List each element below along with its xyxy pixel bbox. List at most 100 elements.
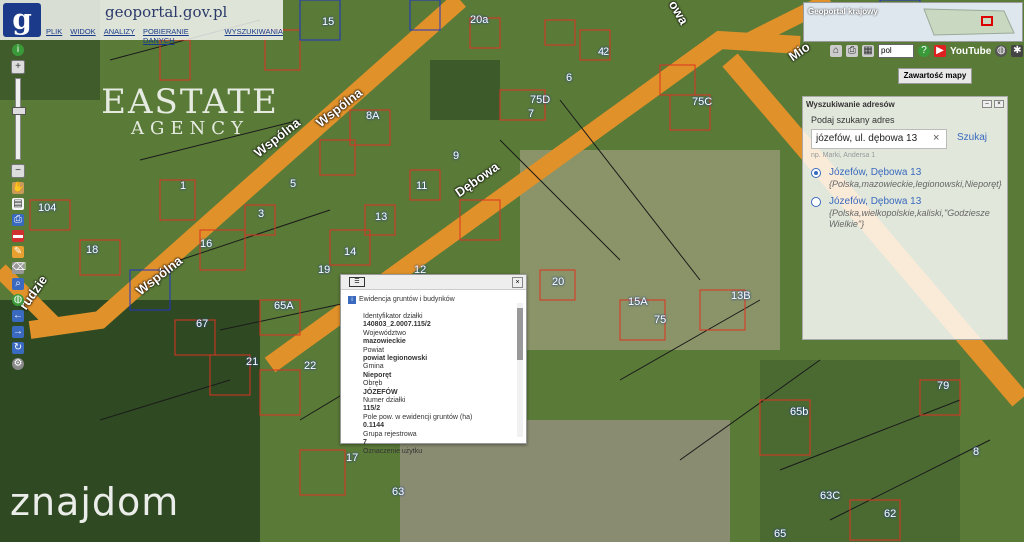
eraser-icon[interactable]: ⌫ <box>12 262 26 274</box>
measure-icon[interactable]: ▬ <box>12 230 24 242</box>
parcel-number[interactable]: 65A <box>274 300 294 312</box>
close-icon[interactable]: × <box>994 100 1004 108</box>
parcel-number[interactable]: 16 <box>200 238 212 250</box>
top-tools: ⌂ ⎙ ▦ pol ? ▶ YouTube ◍ ✱ 👁 <box>830 44 1024 58</box>
parcel-number[interactable]: 13 <box>375 211 387 223</box>
znajdom-watermark: znajdom <box>10 480 180 524</box>
parcel-number[interactable]: 13B <box>731 290 751 302</box>
home-icon[interactable]: ⌂ <box>830 45 842 57</box>
field-value: 140803_2.0007.115/2 <box>363 321 431 329</box>
parcel-number[interactable]: 15 <box>322 16 334 28</box>
popup-title-text: Ewidencja gruntów i budynków <box>359 296 455 303</box>
field-label: Grupa rejestrowa <box>363 430 417 438</box>
parcel-number[interactable]: 79 <box>937 380 949 392</box>
help-icon[interactable]: ? <box>918 45 930 57</box>
youtube-link[interactable]: YouTube <box>950 46 991 57</box>
parcel-number[interactable]: 1 <box>180 180 186 192</box>
parcel-number[interactable]: 65 <box>774 528 786 540</box>
grid-icon[interactable]: ▦ <box>862 45 874 57</box>
result-name[interactable]: Józefów, Dębowa 13 <box>829 167 921 178</box>
pencil-icon[interactable]: ✎ <box>12 246 24 258</box>
popup-scrollbar[interactable] <box>517 303 523 437</box>
hand-pan-icon[interactable]: ✋ <box>12 182 24 194</box>
parcel-number[interactable]: 21 <box>246 356 258 368</box>
parcel-number[interactable]: 9 <box>453 150 459 162</box>
print-icon[interactable]: ⎙ <box>12 214 24 226</box>
parcel-number[interactable]: 104 <box>38 202 56 214</box>
field-label: Numer działki <box>363 397 406 405</box>
parcel-number[interactable]: 8 <box>973 446 979 458</box>
parcel-number[interactable]: 75 <box>654 314 666 326</box>
language-select[interactable]: pol <box>878 44 914 58</box>
info-icon: i <box>348 296 356 304</box>
field-value: 7 <box>363 439 367 447</box>
menu-item-analizy[interactable]: ANALIZY <box>104 27 135 45</box>
list-icon[interactable]: ☰ <box>349 277 365 287</box>
zoom-slider[interactable] <box>12 78 26 160</box>
print-icon[interactable]: ⎙ <box>846 45 858 57</box>
popup-title: i Ewidencja gruntów i budynków <box>348 296 455 304</box>
parcel-number[interactable]: 20a <box>470 14 488 26</box>
menu-item-wyszukiwania[interactable]: WYSZUKIWANIA <box>225 27 283 45</box>
parcel-number[interactable]: 15A <box>628 296 648 308</box>
close-icon[interactable]: × <box>512 277 523 288</box>
menu-item-plik[interactable]: PLIK <box>46 27 62 45</box>
field-label: Obręb <box>363 380 383 388</box>
info-icon[interactable]: i <box>12 44 24 56</box>
search-button[interactable]: Szukaj <box>957 132 987 143</box>
field-label: Pole pow. w ewidencji gruntów (ha) <box>363 413 473 421</box>
settings-icon[interactable]: ⚙ <box>12 358 24 370</box>
address-search-input[interactable]: józefów, ul. dębowa 13 <box>811 129 947 149</box>
parcel-number[interactable]: 20 <box>552 276 564 288</box>
geoportal-logo[interactable]: g <box>3 3 41 37</box>
arrow-right-icon[interactable]: → <box>12 326 24 338</box>
play-icon[interactable]: ▶ <box>934 45 946 57</box>
parcel-number[interactable]: 18 <box>86 244 98 256</box>
map-contents-button[interactable]: Zawartość mapy <box>898 68 972 84</box>
field-value: JÓZEFÓW <box>363 388 398 396</box>
parcel-number[interactable]: 22 <box>304 360 316 372</box>
parcel-number[interactable]: 62 <box>884 508 896 520</box>
site-title[interactable]: geoportal.gov.pl <box>105 3 227 21</box>
arrow-left-icon[interactable]: ← <box>12 310 24 322</box>
parcel-number[interactable]: 3 <box>258 208 264 220</box>
parcel-number[interactable]: 67 <box>196 318 208 330</box>
address-search-panel: Wyszukiwanie adresów – × Podaj szukany a… <box>802 96 1008 340</box>
zoom-out-button[interactable]: − <box>11 164 25 178</box>
overview-map[interactable]: Geoportal krajowy <box>803 2 1023 42</box>
parcel-number[interactable]: 14 <box>344 246 356 258</box>
parcel-number[interactable]: 4 <box>598 46 604 58</box>
globe-icon[interactable]: ◍ <box>995 45 1008 57</box>
parcel-number[interactable]: 6 <box>566 72 572 84</box>
parcel-number[interactable]: 63C <box>820 490 840 502</box>
result-radio[interactable] <box>811 168 821 178</box>
menu-item-pobieranie-danych[interactable]: POBIERANIE DANYCH <box>143 27 217 45</box>
app-header: g geoportal.gov.pl PLIK WIDOK ANALIZY PO… <box>0 0 283 45</box>
parcel-number[interactable]: 63 <box>392 486 404 498</box>
clear-icon[interactable]: × <box>933 132 939 144</box>
magnifier-icon[interactable]: ⌕ <box>12 278 24 290</box>
document-icon[interactable]: ▤ <box>12 198 24 210</box>
field-value: 115/2 <box>363 405 381 413</box>
parcel-number[interactable]: 5 <box>290 178 296 190</box>
refresh-icon[interactable]: ↻ <box>12 342 24 354</box>
result-radio[interactable] <box>811 197 821 207</box>
network-icon[interactable]: ✱ <box>1011 45 1024 57</box>
scrollbar-thumb[interactable] <box>517 308 523 360</box>
parcel-number[interactable]: 75C <box>692 96 712 108</box>
zoom-slider-handle[interactable] <box>12 107 26 115</box>
minimize-icon[interactable]: – <box>982 100 992 108</box>
parcel-number[interactable]: 17 <box>346 452 358 464</box>
menu-item-widok[interactable]: WIDOK <box>70 27 95 45</box>
panel-controls: – × <box>982 100 1004 108</box>
parcel-number[interactable]: 75D <box>530 94 550 106</box>
parcel-number[interactable]: 8A <box>366 110 379 122</box>
parcel-number[interactable]: 65b <box>790 406 808 418</box>
parcel-number[interactable]: 19 <box>318 264 330 276</box>
parcel-number[interactable]: 7 <box>528 108 534 120</box>
popup-fields: Identyfikator działki 140803_2.0007.115/… <box>363 313 513 456</box>
parcel-number[interactable]: 11 <box>416 180 427 192</box>
zoom-in-button[interactable]: + <box>11 60 25 74</box>
result-name[interactable]: Józefów, Dębowa 13 <box>829 196 921 207</box>
globe-icon[interactable]: ◍ <box>12 294 24 306</box>
